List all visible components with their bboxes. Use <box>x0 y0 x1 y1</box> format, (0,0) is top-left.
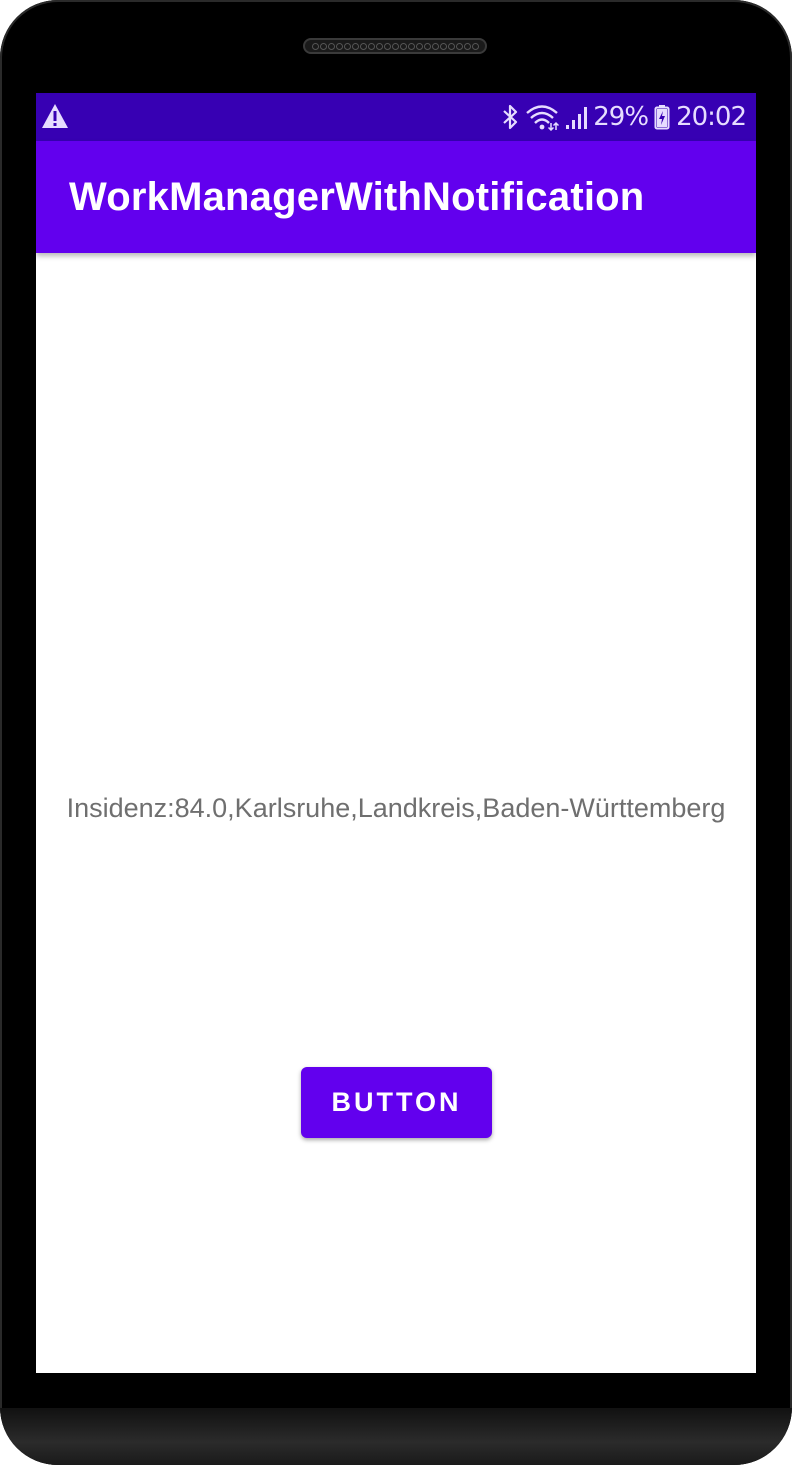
warning-triangle-icon <box>41 103 69 129</box>
device-screen: 29% 20:02 WorkManagerWithNotification In… <box>36 93 756 1373</box>
battery-charging-icon <box>654 103 670 131</box>
cell-signal-icon <box>565 103 588 131</box>
bluetooth-icon <box>501 103 519 131</box>
phone-chin <box>0 1408 792 1465</box>
battery-percent: 29% <box>593 102 649 132</box>
clock: 20:02 <box>676 102 747 132</box>
earpiece-speaker <box>303 38 487 54</box>
phone-frame: 29% 20:02 WorkManagerWithNotification In… <box>0 0 792 1465</box>
main-button[interactable]: BUTTON <box>301 1067 492 1138</box>
status-bar: 29% 20:02 <box>36 93 756 141</box>
app-bar: WorkManagerWithNotification <box>36 141 756 253</box>
wifi-icon <box>525 103 560 131</box>
app-title: WorkManagerWithNotification <box>69 175 645 219</box>
incidence-text: Insidenz:84.0,Karlsruhe,Landkreis,Baden-… <box>66 793 726 823</box>
status-icons: 29% 20:02 <box>501 93 747 141</box>
